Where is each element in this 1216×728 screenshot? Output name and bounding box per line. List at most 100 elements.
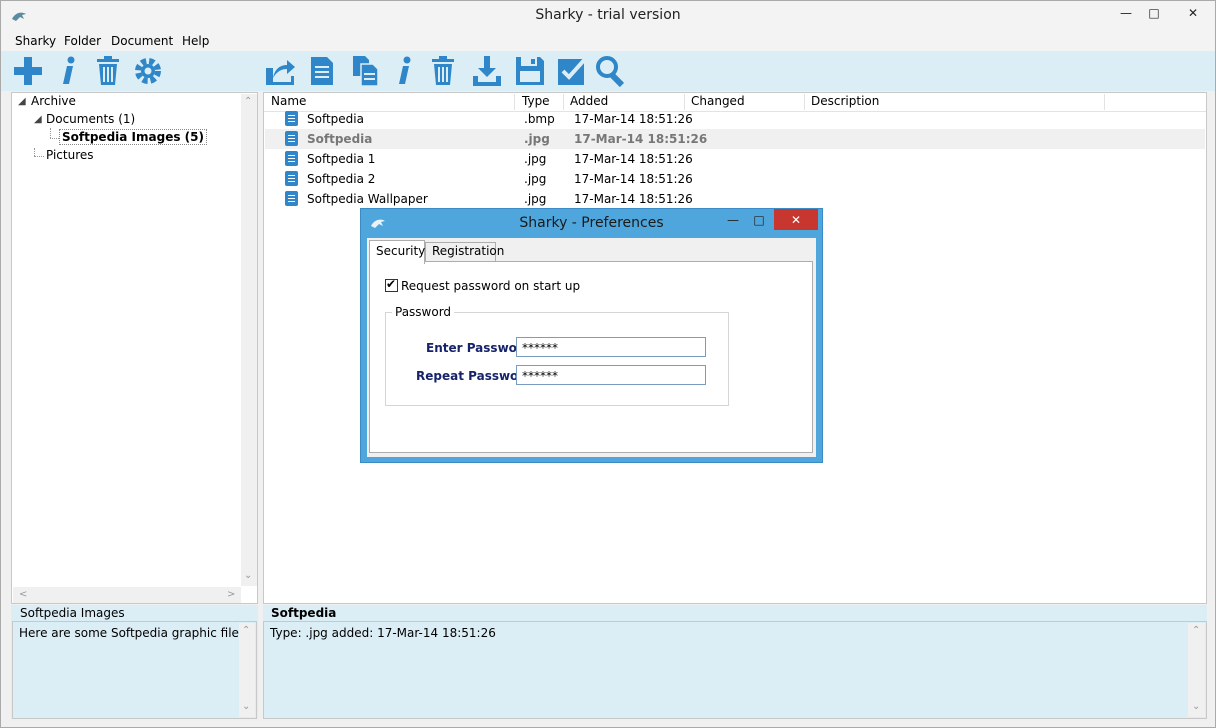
table-row[interactable]: Softpedia .jpg 17-Mar-14 18:51:26 xyxy=(265,129,1205,149)
dialog-maximize-button[interactable]: □ xyxy=(747,209,771,231)
new-document-button[interactable] xyxy=(305,54,339,88)
file-type: .jpg xyxy=(524,192,547,206)
title-bar[interactable]: Sharky - trial version — □ ✕ xyxy=(1,1,1215,31)
column-description[interactable]: Description xyxy=(805,94,1105,110)
table-row[interactable]: Softpedia 2 .jpg 17-Mar-14 18:51:26 xyxy=(265,169,1205,189)
tree-line xyxy=(50,138,59,140)
menu-folder[interactable]: Folder xyxy=(64,34,101,48)
scroll-up-icon[interactable]: ⌃ xyxy=(244,96,252,107)
document-icon xyxy=(311,57,333,85)
expand-icon[interactable]: ◢ xyxy=(34,114,42,125)
copy-document-button[interactable] xyxy=(349,54,383,88)
note-vertical-scrollbar[interactable]: ⌃ ⌄ xyxy=(1188,623,1205,717)
close-button[interactable]: ✕ xyxy=(1173,1,1213,25)
tree-line xyxy=(34,148,36,156)
minimize-button[interactable]: — xyxy=(1111,1,1141,25)
document-description-box[interactable]: Type: .jpg added: 17-Mar-14 18:51:26 ⌃ ⌄ xyxy=(263,621,1207,719)
scroll-up-icon[interactable]: ⌃ xyxy=(242,625,250,636)
column-added[interactable]: Added xyxy=(564,94,685,110)
request-password-checkbox[interactable]: ✔ xyxy=(385,277,398,292)
dialog-minimize-button[interactable]: — xyxy=(721,209,745,231)
table-row[interactable]: Softpedia 1 .jpg 17-Mar-14 18:51:26 xyxy=(265,149,1205,169)
trash-icon xyxy=(97,56,119,85)
add-icon xyxy=(14,57,42,85)
delete-document-button[interactable] xyxy=(426,54,460,88)
column-type[interactable]: Type xyxy=(516,94,564,110)
save-button[interactable] xyxy=(513,54,547,88)
document-description-title: Softpedia xyxy=(271,606,337,620)
enter-password-field[interactable]: ****** xyxy=(516,337,706,357)
file-name: Softpedia xyxy=(307,132,373,146)
tab-security[interactable]: Security xyxy=(369,240,425,264)
close-icon: ✕ xyxy=(1187,6,1199,20)
file-name: Softpedia xyxy=(307,112,364,126)
column-changed[interactable]: Changed xyxy=(685,94,805,110)
info-icon xyxy=(63,56,75,84)
column-name[interactable]: Name xyxy=(265,94,515,110)
settings-button[interactable] xyxy=(131,54,165,88)
tree-item-pictures[interactable]: Pictures xyxy=(46,148,94,162)
tree-line xyxy=(34,156,44,158)
file-type: .jpg xyxy=(524,172,547,186)
menu-bar: Sharky Folder Document Help xyxy=(1,31,1215,51)
delete-folder-button[interactable] xyxy=(91,54,125,88)
tree-horizontal-scrollbar[interactable]: < > xyxy=(13,587,241,603)
menu-sharky[interactable]: Sharky xyxy=(15,34,56,48)
info-icon xyxy=(399,56,411,84)
tree-item-softpedia-images[interactable]: Softpedia Images (5) xyxy=(59,129,207,145)
tree-vertical-scrollbar[interactable]: ⌃ ⌄ xyxy=(241,94,257,586)
note-vertical-scrollbar[interactable]: ⌃ ⌄ xyxy=(239,623,255,717)
menu-help[interactable]: Help xyxy=(182,34,209,48)
file-type: .bmp xyxy=(524,112,555,126)
document-icon xyxy=(285,111,298,126)
folder-description-box[interactable]: Here are some Softpedia graphic files ⌃ … xyxy=(12,621,257,719)
folder-description-title: Softpedia Images xyxy=(20,606,125,620)
file-name: Softpedia 2 xyxy=(307,172,376,186)
file-added: 17-Mar-14 18:51:26 xyxy=(574,192,693,206)
main-window: Sharky - trial version — □ ✕ Sharky Fold… xyxy=(0,0,1216,728)
file-added: 17-Mar-14 18:51:26 xyxy=(574,152,693,166)
dialog-close-button[interactable]: ✕ xyxy=(774,209,818,230)
request-password-label[interactable]: Request password on start up xyxy=(401,279,580,293)
file-added: 17-Mar-14 18:51:26 xyxy=(574,132,708,146)
export-icon xyxy=(266,60,295,85)
expand-icon[interactable]: ◢ xyxy=(18,96,26,107)
download-icon xyxy=(473,56,501,86)
preferences-dialog: Sharky - Preferences — □ ✕ ✔ Request pas… xyxy=(360,208,823,463)
document-icon xyxy=(285,131,298,146)
security-tab-page: ✔ Request password on start up Password … xyxy=(369,261,813,453)
scroll-down-icon[interactable]: ⌄ xyxy=(244,570,252,581)
save-icon xyxy=(516,57,544,85)
folder-info-button[interactable] xyxy=(51,54,85,88)
document-info-button[interactable] xyxy=(387,54,421,88)
export-button[interactable] xyxy=(263,54,297,88)
scroll-up-icon[interactable]: ⌃ xyxy=(1192,625,1200,636)
folder-description-panel: Softpedia Images Here are some Softpedia… xyxy=(11,605,258,719)
scroll-down-icon[interactable]: ⌄ xyxy=(242,701,250,712)
document-icon xyxy=(285,171,298,186)
file-name: Softpedia 1 xyxy=(307,152,376,166)
gear-icon xyxy=(135,58,161,84)
scroll-right-icon[interactable]: > xyxy=(227,589,235,600)
table-row[interactable]: Softpedia Wallpaper .jpg 17-Mar-14 18:51… xyxy=(265,189,1205,209)
tree-item-documents[interactable]: Documents (1) xyxy=(46,112,135,126)
search-button[interactable] xyxy=(594,54,628,88)
check-button[interactable] xyxy=(555,54,589,88)
document-icon xyxy=(285,151,298,166)
menu-document[interactable]: Document xyxy=(111,34,173,48)
scroll-left-icon[interactable]: < xyxy=(19,589,27,600)
scroll-down-icon[interactable]: ⌄ xyxy=(1192,701,1200,712)
repeat-password-field[interactable]: ****** xyxy=(516,365,706,385)
table-row[interactable]: Softpedia .bmp 17-Mar-14 18:51:26 xyxy=(265,109,1205,129)
tab-registration[interactable]: Registration xyxy=(425,242,504,262)
file-type: .jpg xyxy=(524,132,550,146)
maximize-button[interactable]: □ xyxy=(1139,1,1169,25)
file-added: 17-Mar-14 18:51:26 xyxy=(574,112,693,126)
extract-button[interactable] xyxy=(470,54,504,88)
file-added: 17-Mar-14 18:51:26 xyxy=(574,172,693,186)
password-group-label: Password xyxy=(392,305,455,319)
check-icon xyxy=(558,56,588,85)
add-folder-button[interactable] xyxy=(11,54,45,88)
close-icon: ✕ xyxy=(790,212,802,227)
tree-item-archive[interactable]: Archive xyxy=(31,94,76,108)
